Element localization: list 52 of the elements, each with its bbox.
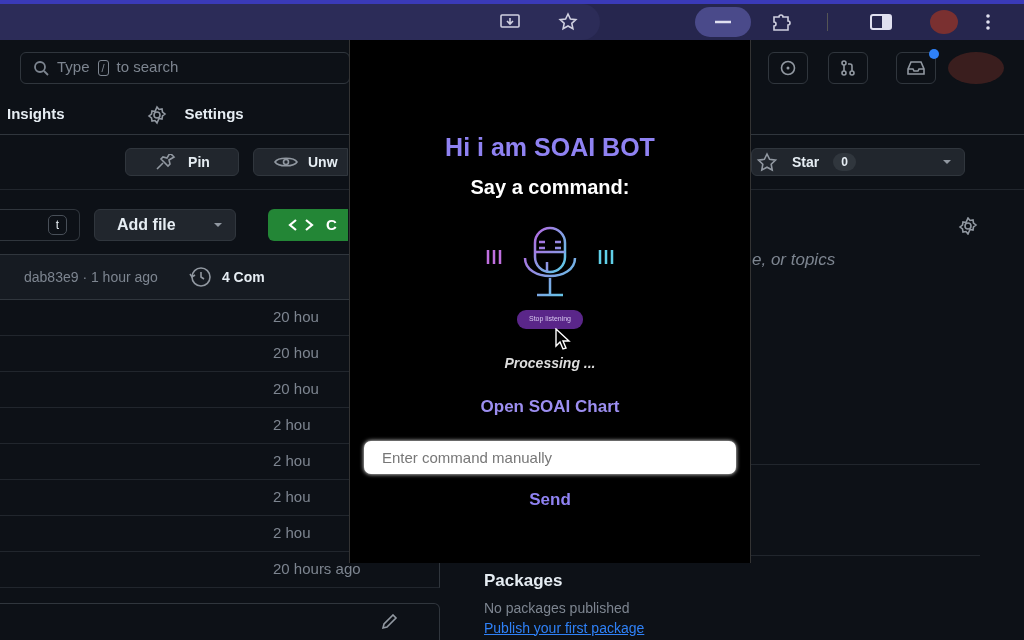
star-button[interactable]: Star 0 [751, 148, 965, 176]
extension-button[interactable] [695, 7, 751, 37]
commit-time: 2 hou [273, 523, 311, 544]
nav-tab[interactable]: Settings [144, 103, 244, 126]
mouse-cursor-icon [554, 328, 572, 350]
add-file-button[interactable]: Add file [94, 209, 236, 241]
commit-time: 2 hou [273, 415, 311, 436]
eye-icon [274, 155, 298, 169]
code-icon [288, 218, 314, 232]
star-count: 0 [833, 153, 856, 171]
open-chart-link[interactable]: Open SOAI Chart [480, 393, 620, 419]
publish-package-link[interactable]: Publish your first package [484, 619, 645, 636]
command-input[interactable]: Enter command manually [364, 441, 736, 474]
commits-link[interactable]: 4 Com [187, 266, 265, 288]
bookmark-star-icon[interactable] [558, 12, 578, 32]
shortcut-key: t [47, 215, 67, 235]
nav-tab[interactable]: Insights [7, 103, 65, 126]
empty-message: No packages published [484, 599, 631, 616]
go-to-file-field[interactable]: t [0, 209, 80, 241]
pull-requests-button[interactable] [828, 51, 868, 84]
install-app-icon[interactable] [500, 13, 520, 31]
code-button[interactable]: C [268, 209, 348, 241]
caret-icon [213, 222, 223, 228]
more-menu-icon[interactable] [986, 14, 990, 30]
puzzle-icon[interactable] [771, 12, 793, 32]
bot-greeting: Hi i am SOAI BOT [445, 132, 655, 162]
caret-icon [942, 159, 952, 165]
pin-button[interactable]: Pin [125, 148, 239, 176]
commit-info: dab83e9 · 1 hour ago [24, 267, 158, 287]
circle-dot-icon [780, 59, 796, 76]
issues-button[interactable] [768, 51, 808, 84]
commit-time: 20 hou [273, 307, 319, 328]
shortcut-key: / [97, 59, 109, 76]
inbox-icon [907, 60, 925, 75]
section-title: Packages [484, 570, 564, 592]
search-icon [33, 59, 49, 76]
pull-request-icon [840, 59, 856, 76]
commit-time: 20 hou [273, 379, 319, 400]
side-panel-icon[interactable] [870, 14, 892, 30]
watch-button[interactable]: Unw [253, 148, 348, 176]
about-description: e, or topics [752, 249, 837, 271]
star-icon [756, 152, 778, 172]
status-text: Processing ... [504, 353, 596, 373]
commit-time: 20 hours ago [273, 559, 361, 580]
commit-time: 2 hou [273, 451, 311, 472]
commit-time: 2 hou [273, 487, 311, 508]
history-icon [187, 266, 214, 288]
commit-time: 20 hou [273, 343, 319, 364]
send-button[interactable]: Send [523, 486, 577, 514]
inbox-button[interactable] [896, 51, 936, 84]
gear-icon[interactable] [956, 217, 980, 235]
command-prompt: Say a command: [470, 175, 630, 200]
